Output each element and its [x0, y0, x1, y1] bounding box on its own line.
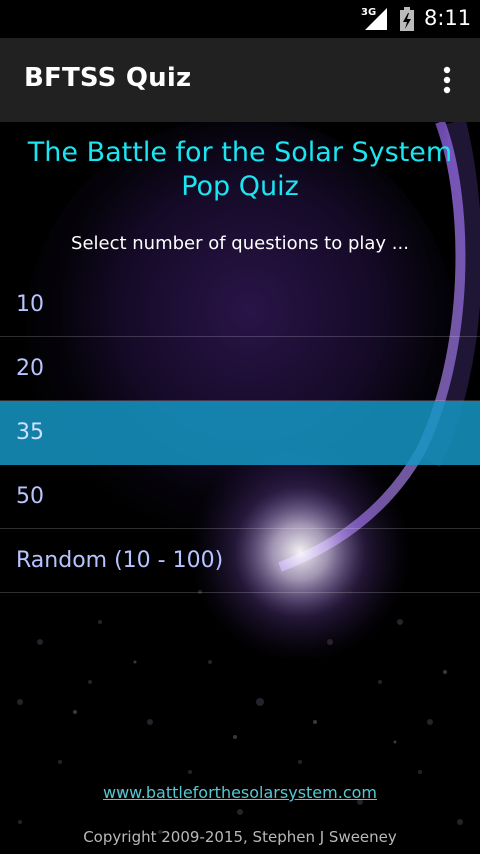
screen: 3G 8:11 BFTSS Quiz The Battle for the So…: [0, 0, 480, 854]
option-random-questions[interactable]: Random (10 - 100): [0, 529, 480, 593]
option-label: 35: [16, 420, 44, 445]
quiz-title-line-1: The Battle for the Solar System: [27, 137, 453, 168]
signal-strength-icon: [365, 8, 387, 30]
question-count-prompt: Select number of questions to play ...: [71, 233, 409, 254]
option-20-questions[interactable]: 20: [0, 337, 480, 401]
copyright-notice: Copyright 2009-2015, Stephen J Sweeney: [83, 828, 397, 846]
option-35-questions[interactable]: 35: [0, 401, 480, 465]
option-10-questions[interactable]: 10: [0, 273, 480, 337]
option-label: 50: [16, 484, 44, 509]
action-bar: BFTSS Quiz: [0, 38, 480, 122]
option-label: Random (10 - 100): [16, 548, 224, 573]
clock: 8:11: [424, 6, 472, 30]
option-50-questions[interactable]: 50: [0, 465, 480, 529]
more-vertical-icon[interactable]: [432, 60, 462, 100]
option-label: 10: [16, 292, 44, 317]
app-title: BFTSS Quiz: [24, 63, 192, 93]
quiz-title-line-2: Pop Quiz: [181, 171, 299, 202]
battery-charging-icon: [400, 7, 414, 31]
option-label: 20: [16, 356, 44, 381]
status-bar: 3G 8:11: [0, 0, 480, 38]
website-link[interactable]: www.battleforthesolarsystem.com: [0, 783, 480, 802]
